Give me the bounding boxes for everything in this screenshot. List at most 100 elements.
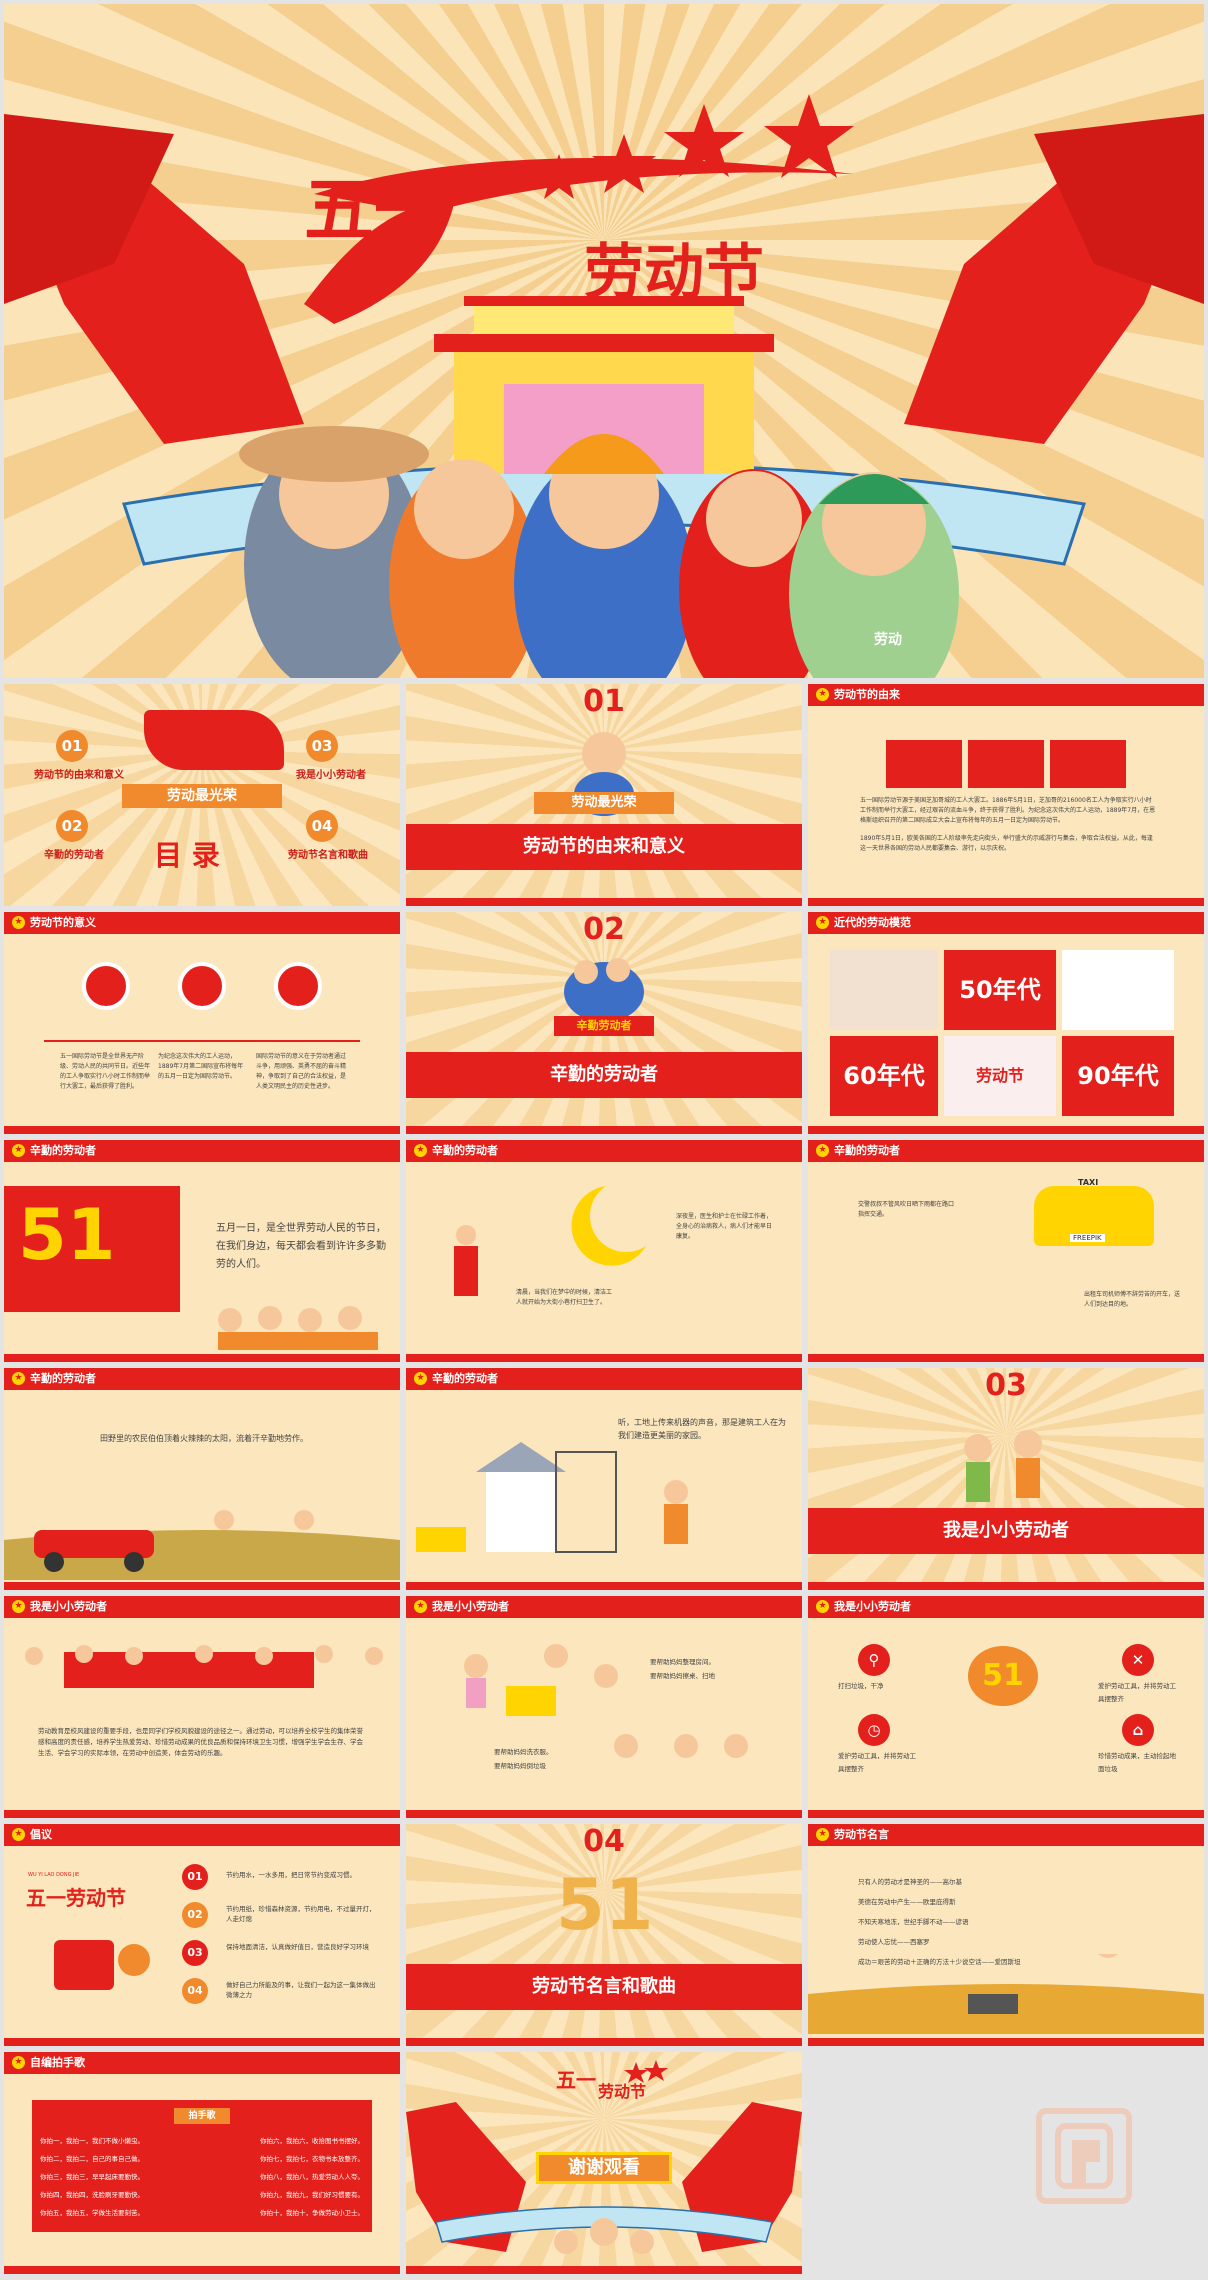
section-num: 04 <box>583 1824 625 1859</box>
proposal-num-03: 03 <box>182 1940 208 1966</box>
quote-3: 不知天寒地冻，世纪手脚不动——谚语 <box>858 1918 969 1926</box>
footer-bar <box>808 1582 1204 1590</box>
proposal-title: 五一劳动节 <box>26 1886 126 1910</box>
thanks-title-digit: 五一 <box>556 2068 596 2092</box>
slide-workers-2[interactable]: ★ 辛勤的劳动者 深夜里，医生和护士在忙碌工作着，全身心的治病救人，病人们才能早日… <box>406 1140 802 1362</box>
footer-bar <box>808 898 1204 906</box>
star-icon: ★ <box>816 1144 829 1157</box>
footer-bar <box>808 1126 1204 1134</box>
toc-num-02: 02 <box>56 810 88 842</box>
slide-toc[interactable]: 01 劳动节的由来和意义 02 辛勤的劳动者 03 我是小小劳动者 04 劳动节… <box>4 684 400 906</box>
photo-1 <box>886 740 962 788</box>
slide-thanks[interactable]: 五一 劳动节 谢谢观看 <box>406 2052 802 2274</box>
footer-bar <box>406 898 802 906</box>
meaning-col-3: 国际劳动节的意义在于劳动者通过斗争，用顽强、英勇不屈的奋斗精神，争取到了自己的合… <box>256 1053 347 1090</box>
slide-section-02[interactable]: 02 辛勤劳动者 辛勤的劳动者 <box>406 912 802 1134</box>
era-90s: 90年代 <box>1062 1036 1174 1116</box>
meaning-col-2: 为纪念这次伟大的工人运动，1889年7月第二国际宣布将每年的五月一日定为国际劳动… <box>158 1053 244 1080</box>
clap-line: 你拍四，我拍四，洗脸刷牙要勤快。 <box>40 2191 144 2199</box>
footer-bar <box>4 1354 400 1362</box>
clap-line: 你拍一，我拍一，我们不做小懒虫。 <box>40 2137 144 2145</box>
section-num: 03 <box>985 1368 1027 1403</box>
clap-panel-title: 拍手歌 <box>174 2108 230 2124</box>
slide-workers-5[interactable]: ★ 辛勤的劳动者 听，工地上传来机器的声音，那是建筑工人在为我们建造更美丽的家园。 <box>406 1368 802 1590</box>
slide-header: ★ 倡议 <box>4 1824 400 1846</box>
cleaner-illustration <box>454 1225 478 1296</box>
slide-header: ★ 辛勤的劳动者 <box>4 1140 400 1162</box>
slide-origin[interactable]: ★ 劳动节的由来 五一国际劳动节源于美国芝加哥城的工人大罢工。1886年5月1日，… <box>808 684 1204 906</box>
footer-bar <box>4 2038 400 2046</box>
meaning-col-1: 五一国际劳动节是全世界无产阶级、劳动人民的共同节日。近些年的工人争取实行八小时工… <box>60 1053 151 1090</box>
footer-bar <box>808 2038 1204 2046</box>
slide-header: ★ 辛勤的劳动者 <box>808 1140 1204 1162</box>
toc-label-03: 我是小小劳动者 <box>296 770 366 781</box>
clap-line: 你拍二，我拍二，自己的事自己做。 <box>40 2155 144 2163</box>
star-icon: ★ <box>12 1600 25 1613</box>
slide-section-04[interactable]: 04 51 劳动节名言和歌曲 <box>406 1824 802 2046</box>
cover-badge: 劳动 <box>874 632 902 648</box>
slide-section-03[interactable]: 03 我是小小劳动者 <box>808 1368 1204 1590</box>
clap-line-row: 你拍四，我拍四，洗脸刷牙要勤快。 你拍九，我拍九，我们好习惯要有。 <box>40 2186 364 2204</box>
clap-line-row: 你拍五，我拍五，学做生活要刻苦。 你拍十，我拍十，争做劳动小卫士。 <box>40 2204 364 2222</box>
toc-num-01: 01 <box>56 730 88 762</box>
proposal-text-02: 节约用纸，珍惜森林资源，节约用电，不过量开灯，人走灯熄 <box>226 1905 376 1923</box>
watermark-logo <box>1036 2108 1132 2204</box>
slide-quotes[interactable]: ★ 劳动节名言 只有人的劳动才是神圣的——高尔基 美德在劳动中产生——欧里庇得斯 … <box>808 1824 1204 2046</box>
slide-kids-3[interactable]: ★ 我是小小劳动者 ⚲ 打扫垃圾，干净 ◷ 爱护劳动工具，并将劳动工具摆整齐 ✕ … <box>808 1596 1204 1818</box>
taxi-sign: TAXI <box>1078 1178 1099 1187</box>
kids-row-illustration <box>25 1645 383 1665</box>
slide-header: ★ 辛勤的劳动者 <box>406 1140 802 1162</box>
slide-header: ★ 辛勤的劳动者 <box>406 1368 802 1390</box>
proposal-num-04: 04 <box>182 1978 208 2004</box>
slide-header: ★ 我是小小劳动者 <box>808 1596 1204 1618</box>
footer-bar <box>808 1810 1204 1818</box>
star-icon: ★ <box>816 1600 829 1613</box>
clap-line-row: 你拍二，我拍二，自己的事自己做。 你拍七，我拍七，衣物书本放整齐。 <box>40 2150 364 2168</box>
moon-illustration <box>571 1186 646 1266</box>
clap-line: 你拍十，我拍十，争做劳动小卫士。 <box>260 2209 364 2217</box>
slide-meaning[interactable]: ★ 劳动节的意义 五一国际劳动节是全世界无产阶级、劳动人民的共同节日。近些年的工人… <box>4 912 400 1134</box>
slide-section-01[interactable]: 01 劳动最光荣 劳动节的由来和意义 <box>406 684 802 906</box>
clock-icon: ◷ <box>858 1714 890 1746</box>
tip-1: 打扫垃圾，干净 <box>838 1682 884 1690</box>
clap-line: 你拍七，我拍七，衣物书本放整齐。 <box>260 2155 364 2163</box>
meaning-circle-1 <box>82 962 130 1010</box>
cover-title-digit: 五一 <box>304 168 444 251</box>
era-image-1 <box>1062 950 1174 1030</box>
tip-3: 爱护劳动工具，并将劳动工具摆整齐 <box>1098 1682 1176 1703</box>
clap-line: 你拍九，我拍九，我们好习惯要有。 <box>260 2191 364 2199</box>
center-badge: 51 <box>968 1646 1038 1706</box>
clap-line: 你拍八，我拍八，热爱劳动人人夸。 <box>260 2173 364 2181</box>
footer-bar <box>406 1354 802 1362</box>
slide-header: ★ 辛勤的劳动者 <box>4 1368 400 1390</box>
workers-illustration <box>218 1306 378 1350</box>
cleaner-text: 清晨，当我们在梦中的时候，清洁工人就开始为大街小巷打扫卫生了。 <box>516 1289 613 1306</box>
era-poster-1 <box>830 950 938 1030</box>
star-icon: ★ <box>12 2056 25 2069</box>
cover-slide[interactable]: 五一 劳动节 劳动 <box>4 4 1204 678</box>
section-title: 劳动节名言和歌曲 <box>406 1964 802 2010</box>
era-poster-2: 劳动节 <box>944 1036 1056 1116</box>
slide-kids-2[interactable]: ★ 我是小小劳动者 要帮助妈妈整理房间。 要帮助妈妈擦桌、扫地 要帮助妈妈洗衣服。… <box>406 1596 802 1818</box>
farmer-field-illustration <box>808 1954 1204 2034</box>
slide-workers-4[interactable]: ★ 辛勤的劳动者 田野里的农民伯伯顶着火辣辣的太阳，流着汗辛勤地劳作。 <box>4 1368 400 1590</box>
slide-proposal[interactable]: ★ 倡议 WU YI LAO DONG JIE 五一劳动节 01 节约用水，一水多… <box>4 1824 400 2046</box>
proposal-pinyin: WU YI LAO DONG JIE <box>28 1872 80 1878</box>
star-icon: ★ <box>816 688 829 701</box>
section-title: 辛勤的劳动者 <box>406 1052 802 1098</box>
clap-line: 你拍六，我拍六，收拾图书书摆好。 <box>260 2137 364 2145</box>
origin-para-2: 1890年5月1日，欧美各国的工人阶级率先走向街头，举行盛大的示威游行与集会，争… <box>860 835 1153 852</box>
meaning-circle-2 <box>178 962 226 1010</box>
slide-model-workers[interactable]: ★ 近代的劳动模范 50年代 60年代 劳动节 90年代 <box>808 912 1204 1134</box>
footer-bar <box>406 2038 802 2046</box>
footer-bar <box>4 1582 400 1590</box>
slide-workers-3[interactable]: ★ 辛勤的劳动者 交警叔叔不管风吹日晒下雨都在路口指挥交通。 TAXI FREEP… <box>808 1140 1204 1362</box>
construction-illustration <box>416 1442 688 1553</box>
taxi-plate: FREEPIK <box>1070 1234 1105 1242</box>
slide-workers-1[interactable]: ★ 辛勤的劳动者 51 五月一日，是全世界劳动人民的节日，在我们身边，每天都会看到… <box>4 1140 400 1362</box>
footer-bar <box>4 1810 400 1818</box>
star-icon: ★ <box>414 1600 427 1613</box>
slide-kids-1[interactable]: ★ 我是小小劳动者 劳动教育是校风建设的重要手段，也是同学们学校风貌建设的途径之一… <box>4 1596 400 1818</box>
slide-clap-song[interactable]: ★ 自编拍手歌 拍手歌 你拍一，我拍一，我们不做小懒虫。 你拍六，我拍六，收拾图书书… <box>4 2052 400 2274</box>
star-icon: ★ <box>816 916 829 929</box>
